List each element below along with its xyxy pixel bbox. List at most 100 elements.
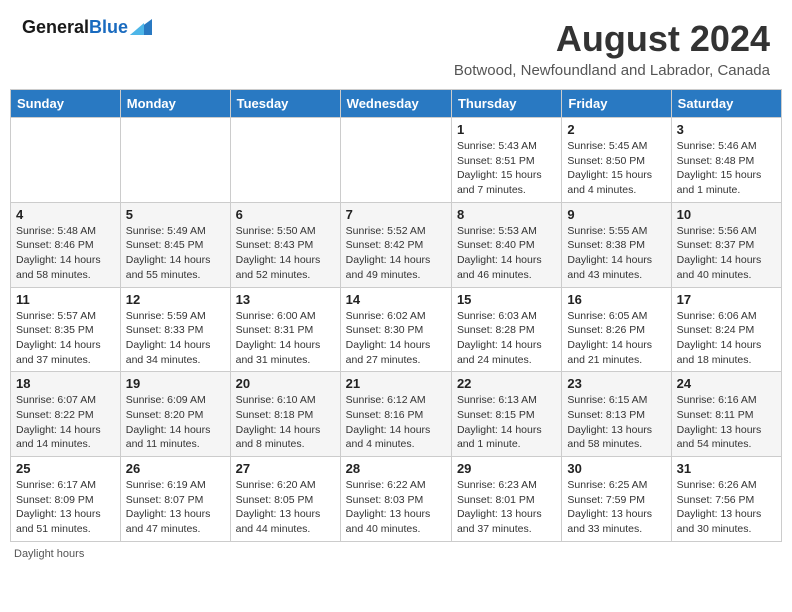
day-number: 7 <box>346 207 446 222</box>
day-info: Sunrise: 5:55 AM Sunset: 8:38 PM Dayligh… <box>567 224 665 283</box>
day-number: 24 <box>677 376 776 391</box>
calendar-cell: 7 Sunrise: 5:52 AM Sunset: 8:42 PM Daylig… <box>340 202 451 287</box>
calendar-cell: 30 Sunrise: 6:25 AM Sunset: 7:59 PM Dayli… <box>562 457 671 542</box>
logo: GeneralBlue <box>22 18 152 38</box>
calendar-day-header: Friday <box>562 90 671 118</box>
day-info: Sunrise: 6:26 AM Sunset: 7:56 PM Dayligh… <box>677 478 776 537</box>
calendar-day-header: Monday <box>120 90 230 118</box>
calendar-cell <box>230 118 340 203</box>
day-info: Sunrise: 5:48 AM Sunset: 8:46 PM Dayligh… <box>16 224 115 283</box>
day-info: Sunrise: 6:17 AM Sunset: 8:09 PM Dayligh… <box>16 478 115 537</box>
calendar-cell: 2 Sunrise: 5:45 AM Sunset: 8:50 PM Daylig… <box>562 118 671 203</box>
day-number: 2 <box>567 122 665 137</box>
day-info: Sunrise: 6:06 AM Sunset: 8:24 PM Dayligh… <box>677 309 776 368</box>
day-number: 21 <box>346 376 446 391</box>
day-number: 30 <box>567 461 665 476</box>
calendar-cell: 29 Sunrise: 6:23 AM Sunset: 8:01 PM Dayli… <box>451 457 561 542</box>
calendar-cell: 13 Sunrise: 6:00 AM Sunset: 8:31 PM Dayli… <box>230 287 340 372</box>
calendar-cell: 9 Sunrise: 5:55 AM Sunset: 8:38 PM Daylig… <box>562 202 671 287</box>
calendar-cell <box>120 118 230 203</box>
day-number: 10 <box>677 207 776 222</box>
logo-general: GeneralBlue <box>22 18 128 38</box>
day-number: 9 <box>567 207 665 222</box>
day-info: Sunrise: 6:05 AM Sunset: 8:26 PM Dayligh… <box>567 309 665 368</box>
main-title: August 2024 <box>454 18 770 60</box>
day-info: Sunrise: 5:56 AM Sunset: 8:37 PM Dayligh… <box>677 224 776 283</box>
day-number: 31 <box>677 461 776 476</box>
day-number: 28 <box>346 461 446 476</box>
day-info: Sunrise: 5:57 AM Sunset: 8:35 PM Dayligh… <box>16 309 115 368</box>
calendar-week-row: 1 Sunrise: 5:43 AM Sunset: 8:51 PM Daylig… <box>11 118 782 203</box>
day-number: 27 <box>236 461 335 476</box>
calendar-cell: 4 Sunrise: 5:48 AM Sunset: 8:46 PM Daylig… <box>11 202 121 287</box>
day-number: 4 <box>16 207 115 222</box>
day-info: Sunrise: 6:10 AM Sunset: 8:18 PM Dayligh… <box>236 393 335 452</box>
day-number: 13 <box>236 292 335 307</box>
day-number: 8 <box>457 207 556 222</box>
calendar-week-row: 4 Sunrise: 5:48 AM Sunset: 8:46 PM Daylig… <box>11 202 782 287</box>
day-info: Sunrise: 6:00 AM Sunset: 8:31 PM Dayligh… <box>236 309 335 368</box>
calendar-cell: 17 Sunrise: 6:06 AM Sunset: 8:24 PM Dayli… <box>671 287 781 372</box>
calendar-cell: 20 Sunrise: 6:10 AM Sunset: 8:18 PM Dayli… <box>230 372 340 457</box>
calendar-cell: 6 Sunrise: 5:50 AM Sunset: 8:43 PM Daylig… <box>230 202 340 287</box>
day-info: Sunrise: 6:13 AM Sunset: 8:15 PM Dayligh… <box>457 393 556 452</box>
day-info: Sunrise: 6:09 AM Sunset: 8:20 PM Dayligh… <box>126 393 225 452</box>
day-number: 14 <box>346 292 446 307</box>
calendar-cell: 14 Sunrise: 6:02 AM Sunset: 8:30 PM Dayli… <box>340 287 451 372</box>
day-info: Sunrise: 6:03 AM Sunset: 8:28 PM Dayligh… <box>457 309 556 368</box>
calendar-header-row: SundayMondayTuesdayWednesdayThursdayFrid… <box>11 90 782 118</box>
day-info: Sunrise: 6:25 AM Sunset: 7:59 PM Dayligh… <box>567 478 665 537</box>
day-number: 25 <box>16 461 115 476</box>
day-number: 1 <box>457 122 556 137</box>
day-number: 11 <box>16 292 115 307</box>
day-info: Sunrise: 5:49 AM Sunset: 8:45 PM Dayligh… <box>126 224 225 283</box>
calendar-cell: 19Sunrise: 6:09 AM Sunset: 8:20 PM Dayli… <box>120 372 230 457</box>
day-number: 15 <box>457 292 556 307</box>
day-info: Sunrise: 6:07 AM Sunset: 8:22 PM Dayligh… <box>16 393 115 452</box>
day-number: 3 <box>677 122 776 137</box>
calendar-cell: 23 Sunrise: 6:15 AM Sunset: 8:13 PM Dayli… <box>562 372 671 457</box>
sub-title: Botwood, Newfoundland and Labrador, Cana… <box>454 62 770 79</box>
day-info: Sunrise: 6:15 AM Sunset: 8:13 PM Dayligh… <box>567 393 665 452</box>
day-number: 29 <box>457 461 556 476</box>
calendar-day-header: Saturday <box>671 90 781 118</box>
day-number: 20 <box>236 376 335 391</box>
day-info: Sunrise: 5:46 AM Sunset: 8:48 PM Dayligh… <box>677 139 776 198</box>
day-info: Sunrise: 6:19 AM Sunset: 8:07 PM Dayligh… <box>126 478 225 537</box>
logo-icon <box>130 19 152 35</box>
footer-note: Daylight hours <box>10 548 782 560</box>
calendar-cell <box>11 118 121 203</box>
calendar-cell: 10 Sunrise: 5:56 AM Sunset: 8:37 PM Dayli… <box>671 202 781 287</box>
calendar-cell: 3 Sunrise: 5:46 AM Sunset: 8:48 PM Daylig… <box>671 118 781 203</box>
calendar-cell: 5Sunrise: 5:49 AM Sunset: 8:45 PM Daylig… <box>120 202 230 287</box>
day-number: 17 <box>677 292 776 307</box>
calendar-cell: 26Sunrise: 6:19 AM Sunset: 8:07 PM Dayli… <box>120 457 230 542</box>
calendar-cell: 8Sunrise: 5:53 AM Sunset: 8:40 PM Daylig… <box>451 202 561 287</box>
calendar-cell: 18 Sunrise: 6:07 AM Sunset: 8:22 PM Dayli… <box>11 372 121 457</box>
day-info: Sunrise: 5:43 AM Sunset: 8:51 PM Dayligh… <box>457 139 556 198</box>
calendar-cell <box>340 118 451 203</box>
day-number: 18 <box>16 376 115 391</box>
calendar-cell: 28Sunrise: 6:22 AM Sunset: 8:03 PM Dayli… <box>340 457 451 542</box>
calendar-week-row: 11 Sunrise: 5:57 AM Sunset: 8:35 PM Dayli… <box>11 287 782 372</box>
day-info: Sunrise: 6:02 AM Sunset: 8:30 PM Dayligh… <box>346 309 446 368</box>
day-info: Sunrise: 5:50 AM Sunset: 8:43 PM Dayligh… <box>236 224 335 283</box>
day-info: Sunrise: 6:20 AM Sunset: 8:05 PM Dayligh… <box>236 478 335 537</box>
calendar-cell: 31 Sunrise: 6:26 AM Sunset: 7:56 PM Dayli… <box>671 457 781 542</box>
day-info: Sunrise: 5:52 AM Sunset: 8:42 PM Dayligh… <box>346 224 446 283</box>
calendar-cell: 27 Sunrise: 6:20 AM Sunset: 8:05 PM Dayli… <box>230 457 340 542</box>
day-info: Sunrise: 6:16 AM Sunset: 8:11 PM Dayligh… <box>677 393 776 452</box>
day-number: 23 <box>567 376 665 391</box>
day-info: Sunrise: 6:23 AM Sunset: 8:01 PM Dayligh… <box>457 478 556 537</box>
calendar-cell: 1 Sunrise: 5:43 AM Sunset: 8:51 PM Daylig… <box>451 118 561 203</box>
calendar-day-header: Sunday <box>11 90 121 118</box>
day-info: Sunrise: 5:59 AM Sunset: 8:33 PM Dayligh… <box>126 309 225 368</box>
calendar-cell: 15 Sunrise: 6:03 AM Sunset: 8:28 PM Dayli… <box>451 287 561 372</box>
calendar-cell: 22 Sunrise: 6:13 AM Sunset: 8:15 PM Dayli… <box>451 372 561 457</box>
day-info: Sunrise: 5:45 AM Sunset: 8:50 PM Dayligh… <box>567 139 665 198</box>
day-number: 16 <box>567 292 665 307</box>
title-block: August 2024 Botwood, Newfoundland and La… <box>454 18 770 79</box>
day-number: 6 <box>236 207 335 222</box>
day-number: 22 <box>457 376 556 391</box>
calendar-week-row: 25 Sunrise: 6:17 AM Sunset: 8:09 PM Dayli… <box>11 457 782 542</box>
